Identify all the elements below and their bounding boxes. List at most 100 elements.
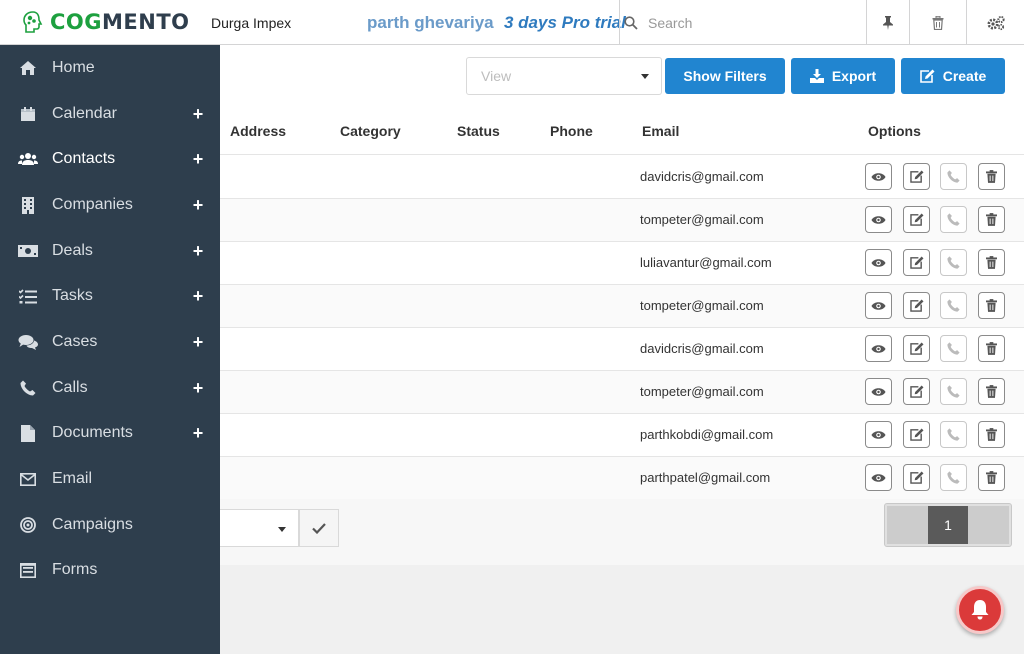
export-button[interactable]: Export	[791, 58, 895, 94]
delete-button[interactable]	[978, 249, 1005, 276]
create-button[interactable]: Create	[901, 58, 1005, 94]
call-button[interactable]	[940, 249, 967, 276]
table-row[interactable]: davidcris@gmail.com	[220, 156, 1024, 199]
edit-button[interactable]	[903, 464, 930, 491]
logo-text-cog: COG	[50, 10, 103, 34]
phone-icon	[947, 256, 960, 269]
view-dropdown[interactable]: View	[466, 57, 662, 95]
view-button[interactable]	[865, 292, 892, 319]
email-cell[interactable]: davidcris@gmail.com	[640, 341, 764, 356]
column-header-phone[interactable]: Phone	[550, 123, 593, 139]
email-cell[interactable]: parthkobdi@gmail.com	[640, 427, 773, 442]
call-button[interactable]	[940, 206, 967, 233]
page-number-button[interactable]: 1	[927, 506, 969, 544]
email-cell[interactable]: davidcris@gmail.com	[640, 169, 764, 184]
sidebar-item-documents[interactable]: Documents +	[0, 410, 220, 456]
add-call-button[interactable]: +	[180, 370, 216, 406]
settings-button[interactable]	[966, 0, 1024, 45]
email-cell[interactable]: tompeter@gmail.com	[640, 384, 764, 399]
sidebar-item-companies[interactable]: Companies +	[0, 182, 220, 228]
delete-button[interactable]	[978, 292, 1005, 319]
view-button[interactable]	[865, 249, 892, 276]
add-document-button[interactable]: +	[180, 415, 216, 451]
table-row[interactable]: parthkobdi@gmail.com	[220, 414, 1024, 457]
phone-icon	[947, 471, 960, 484]
edit-button[interactable]	[903, 421, 930, 448]
sidebar-item-forms[interactable]: Forms	[0, 547, 220, 593]
sidebar-item-calendar[interactable]: Calendar +	[0, 91, 220, 137]
sidebar-item-email[interactable]: Email	[0, 456, 220, 502]
delete-button[interactable]	[978, 335, 1005, 362]
email-cell[interactable]: tompeter@gmail.com	[640, 298, 764, 313]
edit-button[interactable]	[903, 335, 930, 362]
add-company-button[interactable]: +	[180, 187, 216, 223]
call-button[interactable]	[940, 464, 967, 491]
user-name[interactable]: parth ghevariya	[367, 13, 494, 33]
trash-button[interactable]	[909, 0, 966, 45]
sidebar-item-tasks[interactable]: Tasks +	[0, 273, 220, 319]
view-button[interactable]	[865, 464, 892, 491]
sidebar-item-cases[interactable]: Cases +	[0, 319, 220, 365]
edit-button[interactable]	[903, 206, 930, 233]
table-row[interactable]: parthpatel@gmail.com	[220, 457, 1024, 500]
delete-button[interactable]	[978, 163, 1005, 190]
view-button[interactable]	[865, 378, 892, 405]
view-button[interactable]	[865, 206, 892, 233]
column-header-category[interactable]: Category	[340, 123, 401, 139]
call-button[interactable]	[940, 335, 967, 362]
table-row[interactable]: tompeter@gmail.com	[220, 285, 1024, 328]
column-header-status[interactable]: Status	[457, 123, 500, 139]
delete-button[interactable]	[978, 378, 1005, 405]
search-input[interactable]	[648, 14, 838, 31]
column-header-address[interactable]: Address	[230, 123, 286, 139]
email-cell[interactable]: luliavantur@gmail.com	[640, 255, 772, 270]
delete-button[interactable]	[978, 206, 1005, 233]
view-button[interactable]	[865, 421, 892, 448]
next-page-button[interactable]	[968, 506, 1010, 544]
sidebar-item-contacts[interactable]: Contacts +	[0, 136, 220, 182]
add-contact-button[interactable]: +	[180, 141, 216, 177]
show-filters-button[interactable]: Show Filters	[665, 58, 785, 94]
add-deal-button[interactable]: +	[180, 233, 216, 269]
sidebar-item-calls[interactable]: Calls +	[0, 365, 220, 411]
eye-icon	[871, 430, 886, 439]
view-button[interactable]	[865, 335, 892, 362]
email-cell[interactable]: tompeter@gmail.com	[640, 212, 764, 227]
add-task-button[interactable]: +	[180, 278, 216, 314]
table-row[interactable]: tompeter@gmail.com	[220, 199, 1024, 242]
call-button[interactable]	[940, 292, 967, 319]
phone-icon	[947, 170, 960, 183]
call-button[interactable]	[940, 421, 967, 448]
table-row[interactable]: tompeter@gmail.com	[220, 371, 1024, 414]
table-row[interactable]: davidcris@gmail.com	[220, 328, 1024, 371]
edit-button[interactable]	[903, 249, 930, 276]
call-button[interactable]	[940, 163, 967, 190]
sidebar-item-deals[interactable]: Deals +	[0, 228, 220, 274]
table-row[interactable]: luliavantur@gmail.com	[220, 242, 1024, 285]
search-box	[619, 0, 866, 45]
view-button[interactable]	[865, 163, 892, 190]
column-header-email[interactable]: Email	[642, 123, 679, 139]
trial-badge[interactable]: 3 days Pro trial	[504, 13, 626, 33]
eye-icon	[871, 344, 886, 353]
prev-page-button[interactable]	[887, 506, 928, 544]
pin-button[interactable]	[866, 0, 909, 45]
delete-button[interactable]	[978, 464, 1005, 491]
edit-button[interactable]	[903, 163, 930, 190]
edit-icon	[909, 385, 923, 398]
call-button[interactable]	[940, 378, 967, 405]
notification-button[interactable]	[956, 586, 1004, 634]
edit-button[interactable]	[903, 292, 930, 319]
edit-button[interactable]	[903, 378, 930, 405]
per-page-dropdown[interactable]	[220, 509, 299, 547]
apply-button[interactable]	[299, 509, 339, 547]
delete-button[interactable]	[978, 421, 1005, 448]
sidebar-item-campaigns[interactable]: Campaigns	[0, 502, 220, 548]
add-case-button[interactable]: +	[180, 324, 216, 360]
edit-icon	[909, 213, 923, 226]
sidebar-item-home[interactable]: Home	[0, 45, 220, 91]
logo[interactable]: COGMENTO	[0, 0, 200, 45]
email-cell[interactable]: parthpatel@gmail.com	[640, 470, 770, 485]
add-calendar-button[interactable]: +	[180, 96, 216, 132]
eye-icon	[871, 473, 886, 482]
